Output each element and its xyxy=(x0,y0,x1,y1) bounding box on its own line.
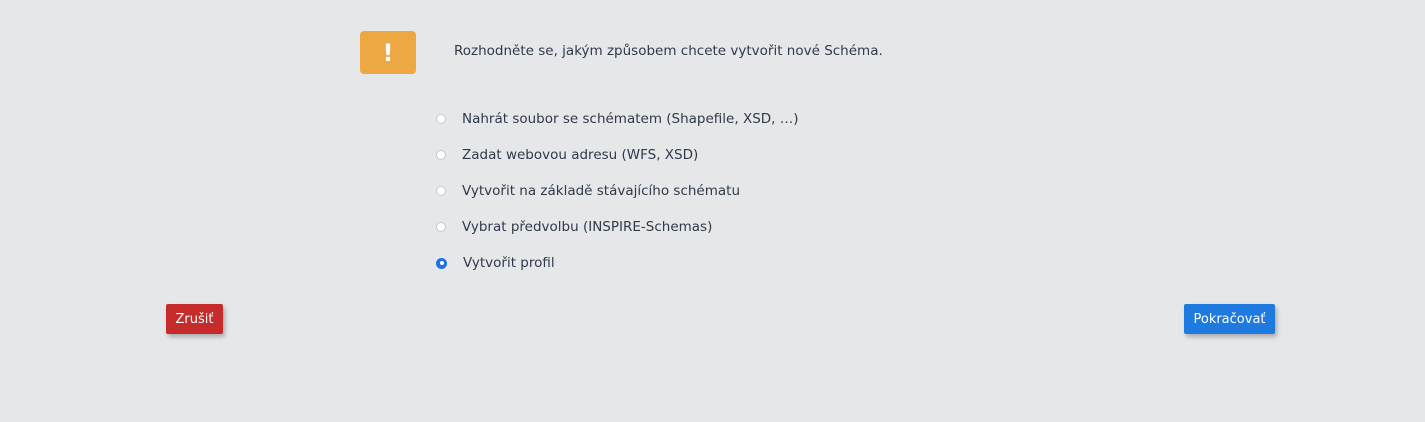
option-label: Vytvořit profil xyxy=(463,255,555,271)
prompt-text: Rozhodněte se, jakým způsobem chcete vyt… xyxy=(454,43,883,59)
option-create-profile[interactable]: Vytvořit profil xyxy=(436,252,799,274)
warning-icon: ! xyxy=(360,31,416,74)
continue-button[interactable]: Pokračovať xyxy=(1184,304,1275,334)
option-label: Nahrát soubor se schématem (Shapefile, X… xyxy=(462,111,799,127)
option-web-address[interactable]: Zadat webovou adresu (WFS, XSD) xyxy=(436,144,799,166)
radio-existing-schema[interactable] xyxy=(436,186,446,196)
radio-preset[interactable] xyxy=(436,222,446,232)
cancel-button[interactable]: Zrušiť xyxy=(166,304,223,334)
option-preset[interactable]: Vybrat předvolbu (INSPIRE-Schemas) xyxy=(436,216,799,238)
option-label: Vytvořit na základě stávajícího schématu xyxy=(462,183,741,199)
option-upload-file[interactable]: Nahrát soubor se schématem (Shapefile, X… xyxy=(436,108,799,130)
exclamation-icon: ! xyxy=(382,38,394,67)
option-label: Zadat webovou adresu (WFS, XSD) xyxy=(462,147,699,163)
option-label: Vybrat předvolbu (INSPIRE-Schemas) xyxy=(462,219,713,235)
option-existing-schema[interactable]: Vytvořit na základě stávajícího schématu xyxy=(436,180,799,202)
radio-web-address[interactable] xyxy=(436,150,446,160)
radio-upload-file[interactable] xyxy=(436,114,446,124)
schema-option-list: Nahrát soubor se schématem (Shapefile, X… xyxy=(436,108,799,288)
radio-create-profile[interactable] xyxy=(436,257,447,269)
